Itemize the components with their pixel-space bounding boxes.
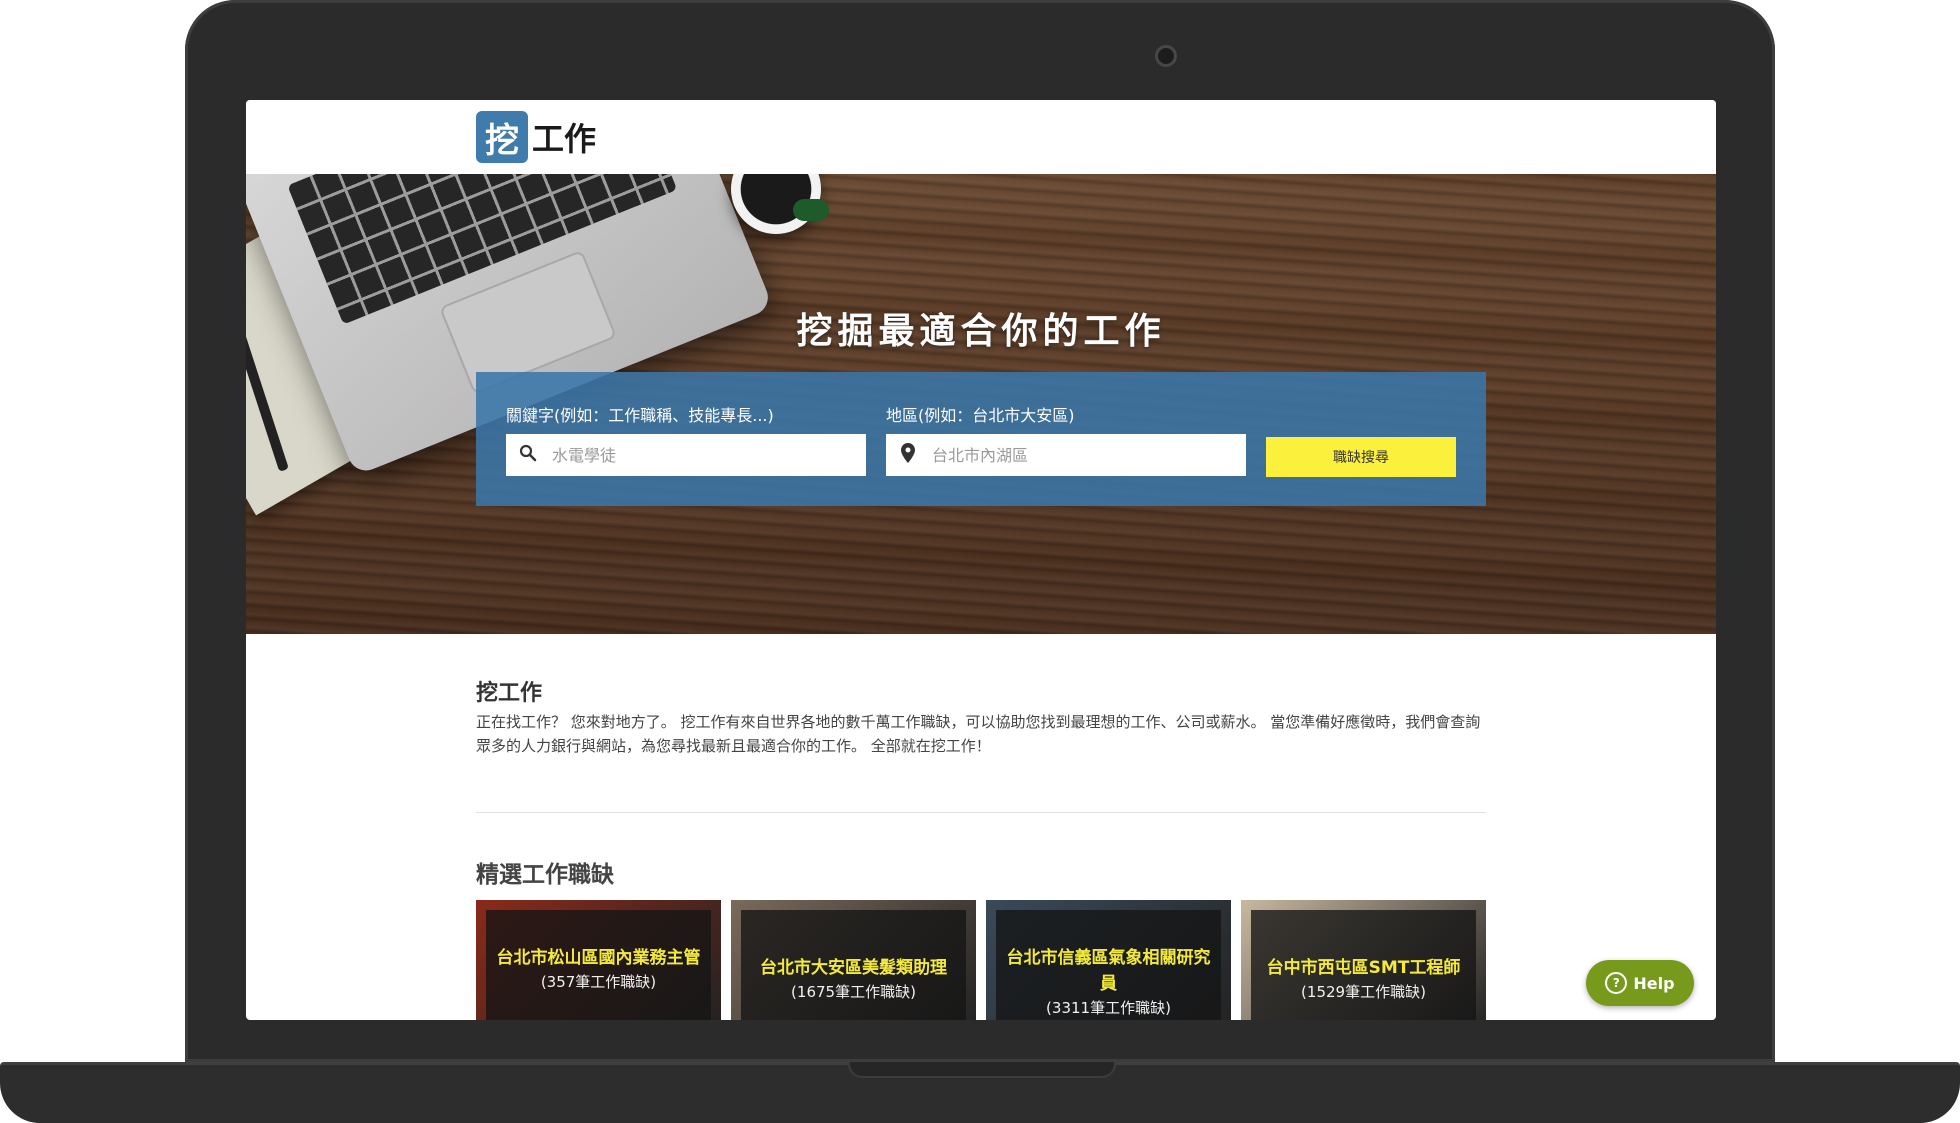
location-input[interactable]	[930, 434, 1246, 476]
job-card-count: (1529筆工作職缺)	[1301, 983, 1426, 1001]
featured-job-cards: 台北市松山區國內業務主管 (357筆工作職缺) 台北市大安區美髮類助理 (167…	[476, 900, 1486, 1020]
job-card-overlay: 台中市西屯區SMT工程師 (1529筆工作職缺)	[1251, 910, 1476, 1020]
laptop-notch	[848, 1062, 1116, 1078]
search-icon	[506, 444, 550, 467]
job-card[interactable]: 台北市大安區美髮類助理 (1675筆工作職缺)	[731, 900, 976, 1020]
job-card-count: (1675筆工作職缺)	[791, 983, 916, 1001]
logo-mark: 挖	[476, 111, 528, 163]
help-label: Help	[1633, 973, 1675, 993]
job-card-overlay: 台北市信義區氣象相關研究員 (3311筆工作職缺)	[996, 910, 1221, 1020]
hero-title: 挖掘最適合你的工作	[796, 311, 1166, 352]
help-icon: ?	[1605, 972, 1628, 994]
hero-banner: 挖掘最適合你的工作 關鍵字(例如：工作職稱、技能專長...) 地區(例如：台北市…	[246, 174, 1716, 634]
location-field[interactable]	[886, 434, 1246, 476]
job-card[interactable]: 台北市信義區氣象相關研究員 (3311筆工作職缺)	[986, 900, 1231, 1020]
keyword-input[interactable]	[550, 434, 866, 476]
job-search-button[interactable]: 職缺搜尋	[1266, 437, 1456, 477]
coffee-cup-image	[731, 174, 829, 234]
logo-text: 工作	[532, 120, 597, 158]
job-card-title: 台北市信義區氣象相關研究員	[1006, 948, 1211, 994]
map-pin-icon	[886, 442, 930, 468]
help-button[interactable]: ? Help	[1586, 960, 1694, 1006]
job-card-overlay: 台北市松山區國內業務主管 (357筆工作職缺)	[486, 910, 711, 1020]
intro-text: 正在找工作？ 您來對地方了。 挖工作有來自世界各地的數千萬工作職缺，可以協助您找…	[476, 713, 1481, 755]
intro-title: 挖工作	[476, 681, 543, 706]
job-card[interactable]: 台北市松山區國內業務主管 (357筆工作職缺)	[476, 900, 721, 1020]
featured-jobs-title: 精選工作職缺	[476, 862, 614, 888]
job-card[interactable]: 台中市西屯區SMT工程師 (1529筆工作職缺)	[1241, 900, 1486, 1020]
job-card-title: 台中市西屯區SMT工程師	[1266, 958, 1461, 978]
job-card-count: (3311筆工作職缺)	[1046, 999, 1171, 1017]
location-label: 地區(例如：台北市大安區)	[886, 406, 1075, 425]
browser-viewport: 挖 工作 挖掘最適合你的工作 關鍵字(例如：工作職稱、技能專長...) 地區(例…	[246, 100, 1716, 1020]
job-card-overlay: 台北市大安區美髮類助理 (1675筆工作職缺)	[741, 910, 966, 1020]
section-divider	[476, 812, 1486, 813]
job-card-title: 台北市大安區美髮類助理	[760, 958, 947, 978]
site-logo[interactable]: 挖 工作	[476, 111, 596, 163]
camera-icon	[1155, 45, 1177, 67]
job-card-title: 台北市松山區國內業務主管	[496, 948, 701, 968]
job-card-count: (357筆工作職缺)	[540, 973, 657, 991]
site-header: 挖 工作	[246, 100, 1716, 174]
keyword-label: 關鍵字(例如：工作職稱、技能專長...)	[506, 406, 774, 425]
keyword-field[interactable]	[506, 434, 866, 476]
search-panel: 關鍵字(例如：工作職稱、技能專長...) 地區(例如：台北市大安區) 職缺搜尋	[476, 372, 1486, 506]
